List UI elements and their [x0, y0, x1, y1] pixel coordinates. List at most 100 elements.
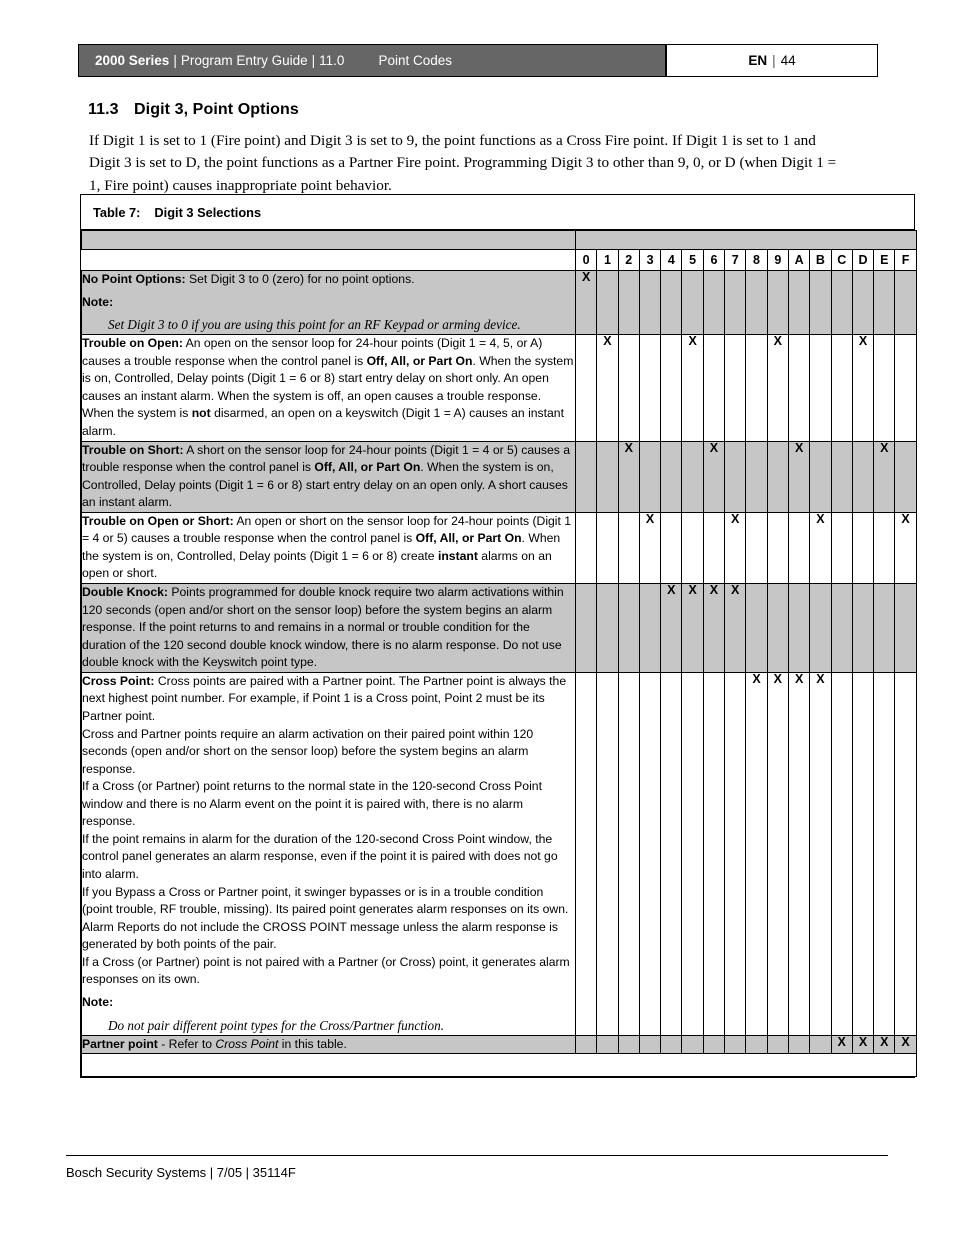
cell-double-knock-f — [894, 583, 917, 673]
cell-trouble-on-open-or-short-e — [873, 511, 896, 585]
grid-spacer-desc-cell — [81, 230, 576, 250]
cell-trouble-on-short-6: X — [702, 440, 726, 513]
cell-trouble-on-open-c — [830, 334, 853, 442]
header-series: 2000 Series — [95, 53, 170, 68]
grid-spacer-row — [81, 230, 917, 250]
table-row: No Point Options: Set Digit 3 to 0 (zero… — [81, 269, 917, 336]
cell-trouble-on-open-1: X — [596, 334, 619, 442]
cell-partner-point-5 — [681, 1034, 704, 1055]
cell-trouble-on-open-or-short-5 — [681, 511, 704, 585]
cell-trouble-on-short-b — [809, 440, 832, 513]
col-header-d: D — [851, 249, 875, 271]
cell-no-point-options-0: X — [574, 269, 598, 336]
cell-cross-point-d — [851, 671, 875, 1036]
cell-trouble-on-open-or-short-8 — [745, 511, 768, 585]
cell-cross-point-a: X — [787, 671, 811, 1036]
cell-partner-point-e: X — [873, 1034, 896, 1055]
col-header-0: 0 — [574, 249, 598, 271]
col-header-5: 5 — [681, 249, 704, 271]
col-header-7: 7 — [724, 249, 747, 271]
col-header-c: C — [830, 249, 853, 271]
cell-no-point-options-a — [787, 269, 811, 336]
cell-no-point-options-4 — [660, 269, 683, 336]
col-header-2: 2 — [617, 249, 640, 271]
cell-partner-point-2 — [617, 1034, 640, 1055]
cell-no-point-options-6 — [702, 269, 726, 336]
grid-tail-cell — [81, 1053, 917, 1078]
cell-trouble-on-short-1 — [596, 440, 619, 513]
selections-grid: 0 1 2 3 4 5 6 7 8 9 A B C D E F No Point… — [81, 230, 917, 1078]
cell-trouble-on-open-6 — [702, 334, 726, 442]
cell-cross-point-7 — [724, 671, 747, 1036]
cell-cross-point-2 — [617, 671, 640, 1036]
col-header-4: 4 — [660, 249, 683, 271]
cell-cross-point-c — [830, 671, 853, 1036]
cell-double-knock-0 — [574, 583, 598, 673]
cell-trouble-on-open-or-short-9 — [766, 511, 789, 585]
cell-cross-point-6 — [702, 671, 726, 1036]
cell-double-knock-9 — [766, 583, 789, 673]
cell-partner-point-3 — [638, 1034, 662, 1055]
row-description-trouble-on-short: Trouble on Short: A short on the sensor … — [81, 440, 576, 513]
cell-no-point-options-9 — [766, 269, 789, 336]
cell-double-knock-8 — [745, 583, 768, 673]
cell-double-knock-7: X — [724, 583, 747, 673]
cell-partner-point-0 — [574, 1034, 598, 1055]
cell-partner-point-8 — [745, 1034, 768, 1055]
table-row: Partner point - Refer to Cross Point in … — [81, 1034, 917, 1055]
cell-trouble-on-open-a — [787, 334, 811, 442]
cell-cross-point-3 — [638, 671, 662, 1036]
cell-trouble-on-short-e: X — [873, 440, 896, 513]
row-description-trouble-on-open-or-short: Trouble on Open or Short: An open or sho… — [81, 511, 576, 585]
table-row: Double Knock: Points programmed for doub… — [81, 583, 917, 673]
cell-cross-point-4 — [660, 671, 683, 1036]
cell-trouble-on-short-7 — [724, 440, 747, 513]
cell-partner-point-c: X — [830, 1034, 853, 1055]
cell-double-knock-5: X — [681, 583, 704, 673]
col-header-6: 6 — [702, 249, 726, 271]
header-section-name: Point Codes — [378, 53, 452, 68]
cell-no-point-options-8 — [745, 269, 768, 336]
cell-no-point-options-b — [809, 269, 832, 336]
cell-trouble-on-open-or-short-4 — [660, 511, 683, 585]
cell-no-point-options-1 — [596, 269, 619, 336]
cell-double-knock-b — [809, 583, 832, 673]
cell-double-knock-4: X — [660, 583, 683, 673]
col-header-8: 8 — [745, 249, 768, 271]
cell-trouble-on-short-5 — [681, 440, 704, 513]
cell-trouble-on-short-2: X — [617, 440, 640, 513]
section-title: Digit 3, Point Options — [134, 101, 299, 118]
cell-double-knock-e — [873, 583, 896, 673]
cell-partner-point-a — [787, 1034, 811, 1055]
cell-cross-point-b: X — [809, 671, 832, 1036]
row-description-partner-point: Partner point - Refer to Cross Point in … — [81, 1034, 576, 1055]
cell-partner-point-b — [809, 1034, 832, 1055]
page-header-bar: 2000 Series | Program Entry Guide | 11.0… — [78, 44, 878, 77]
cell-trouble-on-open-or-short-f: X — [894, 511, 917, 585]
cell-trouble-on-short-a: X — [787, 440, 811, 513]
cell-double-knock-a — [787, 583, 811, 673]
cell-double-knock-c — [830, 583, 853, 673]
cell-trouble-on-open-d: X — [851, 334, 875, 442]
cell-cross-point-e — [873, 671, 896, 1036]
cell-trouble-on-short-4 — [660, 440, 683, 513]
cell-trouble-on-open-or-short-1 — [596, 511, 619, 585]
cell-partner-point-1 — [596, 1034, 619, 1055]
grid-tail-row — [81, 1053, 917, 1078]
cell-double-knock-1 — [596, 583, 619, 673]
cell-trouble-on-open-or-short-c — [830, 511, 853, 585]
cell-trouble-on-open-9: X — [766, 334, 789, 442]
header-page-number: 44 — [780, 53, 796, 68]
cell-trouble-on-open-7 — [724, 334, 747, 442]
table-row: Trouble on Open or Short: An open or sho… — [81, 511, 917, 585]
footer-divider — [66, 1155, 888, 1156]
cell-trouble-on-open-or-short-3: X — [638, 511, 662, 585]
cell-cross-point-8: X — [745, 671, 768, 1036]
grid-body: No Point Options: Set Digit 3 to 0 (zero… — [81, 269, 917, 1055]
header-language: EN — [748, 53, 768, 68]
cell-double-knock-d — [851, 583, 875, 673]
cell-no-point-options-3 — [638, 269, 662, 336]
col-header-3: 3 — [638, 249, 662, 271]
cell-trouble-on-open-or-short-d — [851, 511, 875, 585]
cell-no-point-options-d — [851, 269, 875, 336]
